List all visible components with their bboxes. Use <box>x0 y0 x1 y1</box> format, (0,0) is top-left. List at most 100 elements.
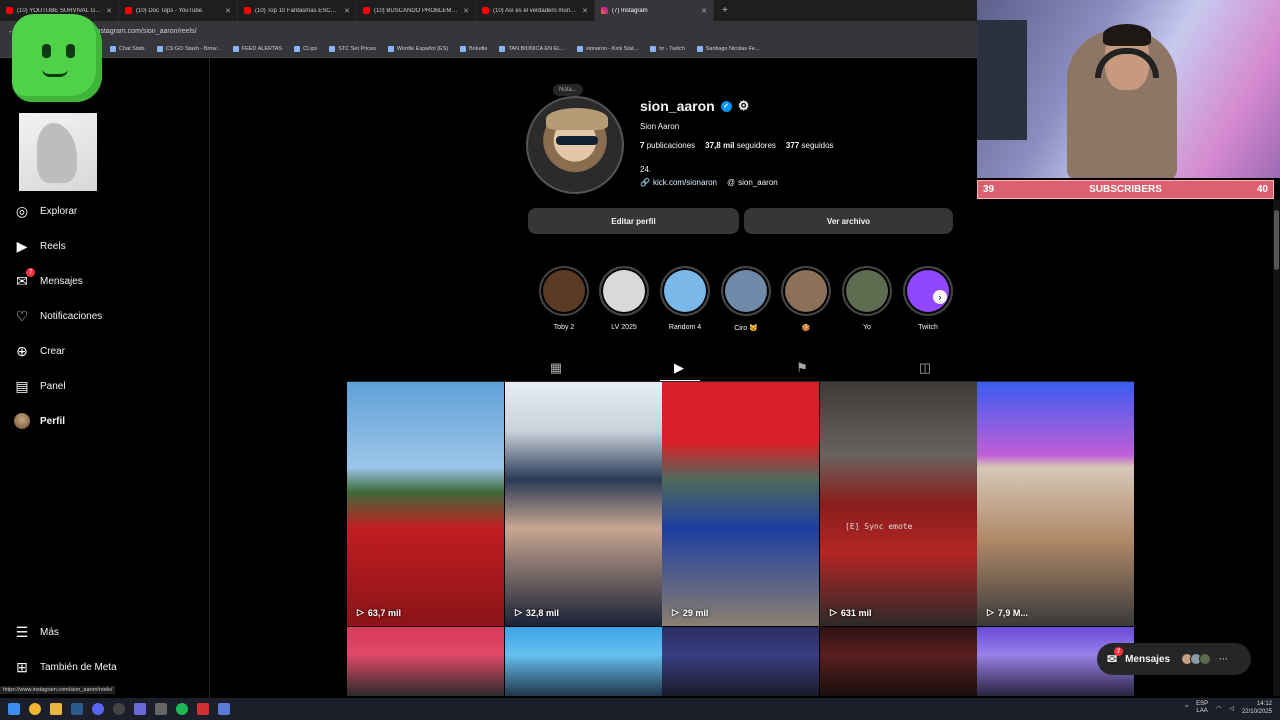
app-icon[interactable] <box>197 703 209 715</box>
tagged-tab[interactable]: ◫ <box>917 360 933 376</box>
messages-label: Mensajes <box>1125 653 1171 665</box>
browser-tab[interactable]: (7) Instagram ✕ <box>595 0 714 21</box>
play-icon: ▷ <box>357 607 364 617</box>
reel-thumbnail[interactable] <box>347 627 504 696</box>
sidebar-item-panel[interactable]: ▤ Panel <box>14 378 66 394</box>
bookmark-label: Boludle <box>469 46 488 52</box>
windows-start-icon[interactable] <box>8 703 20 715</box>
messages-pill[interactable]: ✉ 7 Mensajes ··· <box>1097 643 1251 675</box>
file-explorer-icon[interactable] <box>50 703 62 715</box>
sidebar-item-mensajes[interactable]: ✉ 7 Mensajes <box>14 268 83 289</box>
app-icon[interactable] <box>218 703 230 715</box>
threads-link[interactable]: @ sion_aaron <box>727 178 778 187</box>
highlight-cover <box>903 266 953 316</box>
views-count: 63,7 mil <box>367 607 401 618</box>
address-bar[interactable]: ← instagram.com/sion_aaron/reels/ <box>0 21 977 41</box>
sidebar-item-perfil[interactable]: Perfil <box>14 413 65 429</box>
bookmark-item[interactable]: FEED ALERTAS <box>232 46 282 52</box>
wifi-icon[interactable]: ◠ <box>1216 705 1221 712</box>
new-tab-button[interactable]: + <box>714 5 728 16</box>
bookmark-item[interactable]: trr - Twitch <box>650 46 685 52</box>
bookmark-icon <box>232 46 239 52</box>
close-icon[interactable]: ✕ <box>701 7 707 15</box>
reels-tab[interactable]: ▶ <box>671 360 687 376</box>
bookmark-item[interactable]: Wordle Español (ES) <box>387 46 448 52</box>
story-highlight[interactable]: Toby 2 <box>538 266 590 331</box>
browser-tab-title: (10) YOUTUBE SURVIVAL GAM... <box>17 7 103 14</box>
profile-username: sion_aaron <box>640 98 715 114</box>
highlight-cover <box>660 266 710 316</box>
app-icon[interactable] <box>134 703 146 715</box>
chrome-icon[interactable] <box>29 703 41 715</box>
profile-picture[interactable] <box>526 96 624 194</box>
browser-tab[interactable]: (10) Doc Tops - YouTube ✕ <box>119 0 238 21</box>
kick-link[interactable]: 🔗 kick.com/sionaron <box>640 178 717 187</box>
views-count: 32,8 mil <box>525 607 559 618</box>
bookmark-item[interactable]: Chat Stats <box>110 46 145 52</box>
close-icon[interactable]: ✕ <box>582 7 588 15</box>
browser-tab[interactable]: (10) Así es el verdadero mundo... ✕ <box>476 0 595 21</box>
settings-gear-icon[interactable]: ⚙ <box>738 98 750 114</box>
bookmark-item[interactable]: sionaron - Kick Stat... <box>576 46 638 52</box>
close-icon[interactable]: ✕ <box>463 7 469 15</box>
bookmark-item[interactable]: TAN BIONICA EN EL... <box>499 46 565 52</box>
bookmark-item[interactable]: CS:GO Stash - Brow... <box>156 46 221 52</box>
favicon-icon <box>482 7 489 14</box>
chevron-up-icon[interactable]: ^ <box>1185 705 1188 711</box>
spotify-icon[interactable] <box>176 703 188 715</box>
reel-thumbnail[interactable]: ▷ 7,9 M... <box>977 382 1134 626</box>
bookmark-item[interactable]: Santiago Nicolas Fe... <box>696 46 760 52</box>
bookmark-item[interactable]: CLips <box>294 46 317 52</box>
discord-icon[interactable] <box>92 703 104 715</box>
story-highlight[interactable]: LV 2025 <box>598 266 650 331</box>
reel-thumbnail[interactable]: ▷ 32,8 mil <box>505 382 662 626</box>
following-stat[interactable]: 377 seguidos <box>786 141 834 150</box>
sidebar-item-label: Panel <box>40 380 66 392</box>
more-button[interactable]: ☰ Más <box>14 624 59 640</box>
reel-thumbnail[interactable]: [E] Sync emote ▷ 631 mil <box>820 382 977 626</box>
browser-tab[interactable]: (10) BUSCANDO PROBLEMAS E...✕ <box>357 0 476 21</box>
reel-thumbnail[interactable] <box>820 627 977 696</box>
note-bubble[interactable]: Nota... <box>553 84 583 96</box>
bookmark-item[interactable]: Boludle <box>460 46 487 52</box>
saved-tab[interactable]: ⚑ <box>794 360 810 376</box>
steam-icon[interactable] <box>71 703 83 715</box>
clock[interactable]: 14:12 22/10/2025 <box>1242 700 1272 716</box>
sidebar-item-notificaciones[interactable]: ♡ Notificaciones <box>14 308 103 324</box>
views-count: 29 mil <box>682 607 709 618</box>
view-archive-button[interactable]: Ver archivo <box>744 208 953 234</box>
volume-icon[interactable]: ◁ <box>1229 705 1234 712</box>
meta-button[interactable]: ⊞ También de Meta <box>14 659 117 675</box>
scrollbar-thumb[interactable] <box>1274 210 1279 270</box>
sidebar-item-crear[interactable]: ⊕ Crear <box>14 343 65 359</box>
language-indicator[interactable]: ESP LAA <box>1196 701 1208 715</box>
reel-thumbnail[interactable]: ▷ 29 mil <box>662 382 819 626</box>
url-text[interactable]: instagram.com/sion_aaron/reels/ <box>95 28 197 35</box>
close-icon[interactable]: ✕ <box>344 7 350 15</box>
story-highlight[interactable]: Yo <box>841 266 893 331</box>
scrollbar[interactable] <box>1273 200 1280 696</box>
app-icon[interactable] <box>155 703 167 715</box>
close-icon[interactable]: ✕ <box>225 7 231 15</box>
reel-thumbnail[interactable]: ▷ 63,7 mil <box>347 382 504 626</box>
story-highlight[interactable]: Ciro 🐱 <box>720 266 772 332</box>
reel-thumbnail[interactable] <box>662 627 819 696</box>
profile-username-row: sion_aaron ✓ ⚙ <box>640 98 749 114</box>
reel-thumbnail[interactable] <box>505 627 662 696</box>
story-highlight[interactable]: 🍪 <box>780 266 832 332</box>
edit-profile-button[interactable]: Editar perfil <box>528 208 739 234</box>
sidebar-item-explorar[interactable]: ◎ Explorar <box>14 203 77 219</box>
bookmark-item[interactable]: STC Set Prices <box>329 46 376 52</box>
story-highlight[interactable]: Random 4 <box>659 266 711 331</box>
close-icon[interactable]: ✕ <box>106 7 112 15</box>
obs-icon[interactable] <box>113 703 125 715</box>
reel-views: ▷ 631 mil <box>830 607 871 618</box>
followers-stat[interactable]: 37,8 mil seguidores <box>705 141 776 150</box>
highlights-next-icon[interactable]: › <box>933 290 947 304</box>
posts-tab[interactable]: ▦ <box>548 360 564 376</box>
bookmark-label: TAN BIONICA EN EL... <box>508 46 565 52</box>
sidebar-item-reels[interactable]: ▶ Reels <box>14 238 66 254</box>
more-icon[interactable]: ··· <box>1219 654 1228 664</box>
meta-label: También de Meta <box>40 661 117 673</box>
browser-tab[interactable]: (10) Top 10 Fantasmas ESCALOC... ✕ <box>238 0 357 21</box>
